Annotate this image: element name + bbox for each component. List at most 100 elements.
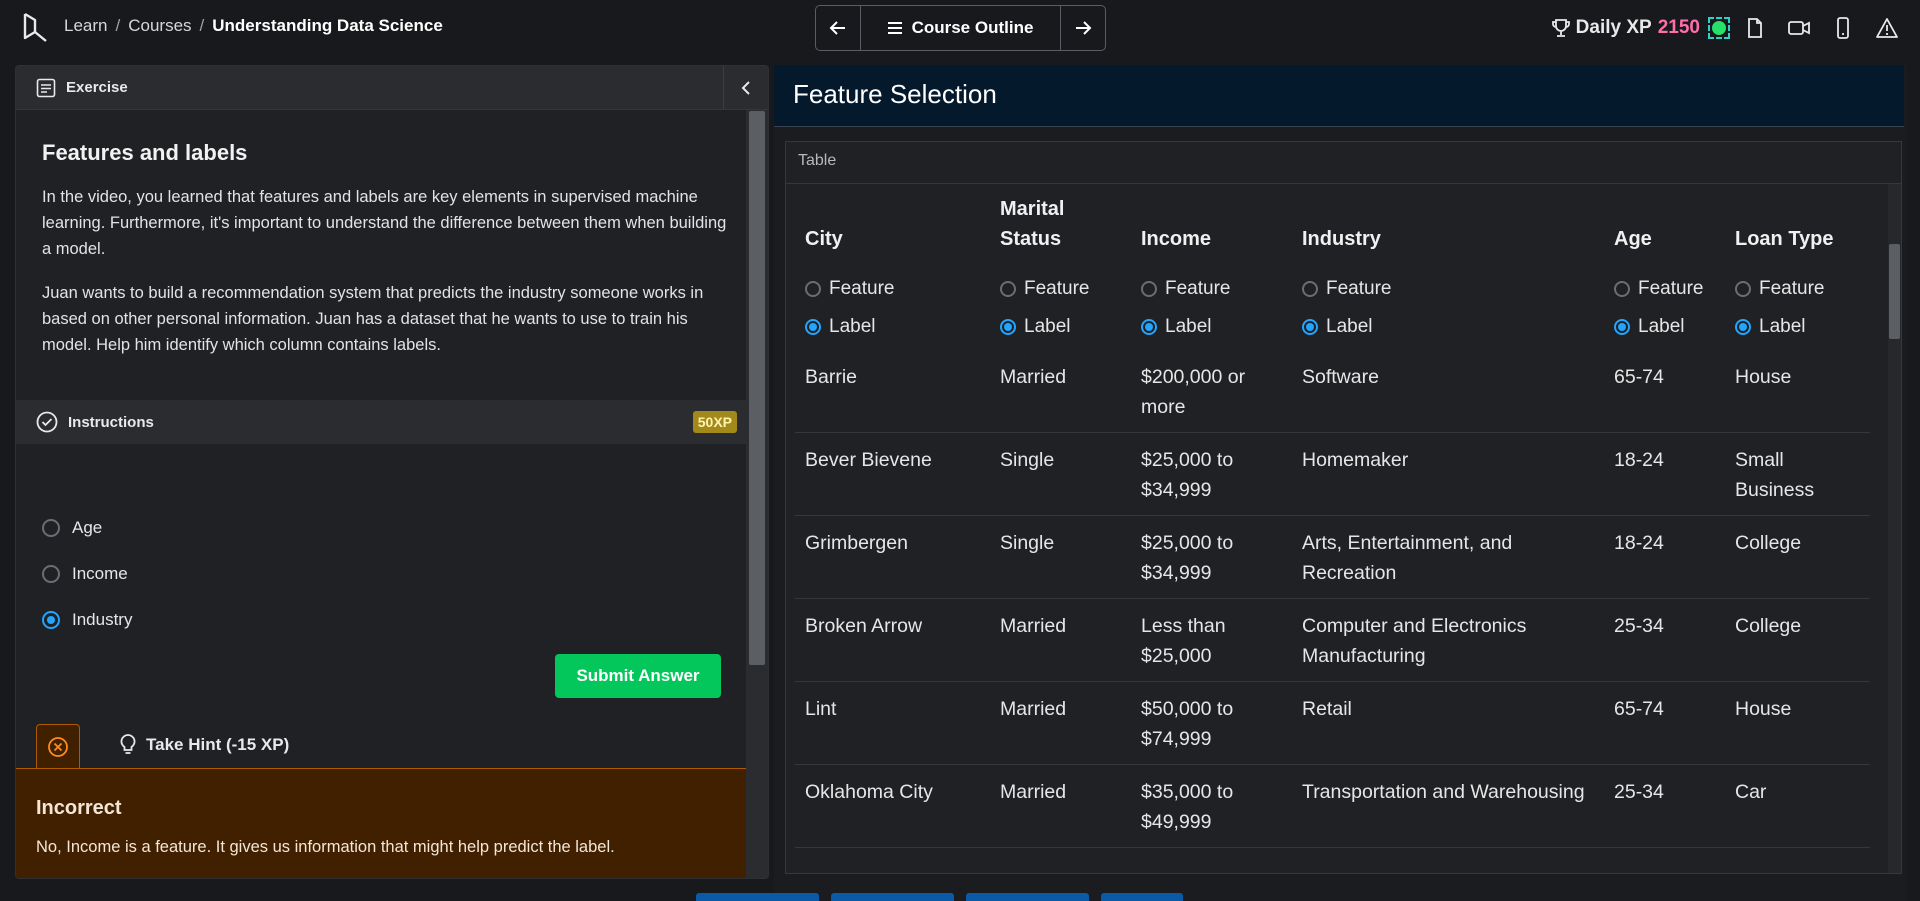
column-header-loan-type: Loan Type (1735, 228, 1834, 250)
radio-icon[interactable] (42, 519, 60, 537)
table-cell: 65-74 (1604, 350, 1725, 433)
feature-radio-option[interactable]: Feature (1000, 270, 1121, 308)
answer-option-industry[interactable]: Industry (42, 610, 132, 630)
label-radio-option[interactable]: Label (805, 308, 980, 346)
bottom-tab[interactable] (696, 893, 819, 901)
label-radio-option[interactable]: Label (1735, 308, 1860, 346)
table-cell: Less than $25,000 (1131, 598, 1292, 682)
exercise-paragraph: In the video, you learned that features … (42, 188, 727, 258)
table-caption: Table (798, 152, 837, 169)
warning-icon[interactable] (1876, 17, 1898, 39)
take-hint-label: Take Hint (-15 XP) (146, 735, 290, 754)
bottom-tab[interactable] (1101, 893, 1183, 901)
table-cell: $25,000 to $34,999 (1131, 515, 1292, 599)
table-cell: Broken Arrow (795, 598, 990, 682)
table-cell: Single (990, 432, 1131, 516)
video-icon[interactable] (1788, 17, 1810, 39)
feedback-tab[interactable] (36, 724, 80, 768)
table-row: Lint Married $50,000 to $74,999 Retail 6… (795, 681, 1870, 765)
submit-answer-button[interactable]: Submit Answer (555, 654, 721, 698)
table-row: Broken Arrow Married Less than $25,000 C… (795, 598, 1870, 682)
label-radio-label: Label (829, 316, 876, 337)
xp-badge: 50XP (692, 411, 737, 433)
radio-icon[interactable] (1302, 281, 1318, 297)
label-radio-label: Label (1759, 316, 1806, 337)
daily-xp-label: Daily XP (1575, 17, 1652, 38)
radio-icon[interactable] (1735, 281, 1751, 297)
feature-radio-option[interactable]: Feature (1614, 270, 1715, 308)
column-header-income: Income (1141, 228, 1212, 250)
label-radio-option[interactable]: Label (1614, 308, 1715, 346)
previous-button[interactable] (816, 6, 860, 50)
radio-selected-icon[interactable] (1614, 319, 1630, 335)
table-cell: Married (990, 598, 1131, 682)
table-cell: Small Business (1725, 432, 1870, 516)
exercise-scrollbar-thumb[interactable] (749, 111, 765, 665)
label-radio-option[interactable]: Label (1000, 308, 1121, 346)
table-cell: Grimbergen (795, 515, 990, 599)
answer-option-label: Industry (72, 610, 133, 629)
label-radio-option[interactable]: Label (1141, 308, 1282, 346)
table-cell: $25,000 to $34,999 (1131, 432, 1292, 516)
table-scrollbar-thumb[interactable] (1889, 244, 1900, 339)
breadcrumb-course-title[interactable]: Understanding Data Science (212, 16, 443, 35)
feature-radio-option[interactable]: Feature (1735, 270, 1860, 308)
document-icon[interactable] (1744, 17, 1766, 39)
radio-icon[interactable] (1614, 281, 1630, 297)
feedback-tabs: Take Hint (-15 XP) (16, 724, 746, 769)
table-cell: 25-34 (1604, 764, 1725, 848)
feature-selection-title: Feature Selection (793, 79, 997, 109)
status-indicator-icon[interactable] (1708, 17, 1730, 39)
feature-radio-option[interactable]: Feature (1302, 270, 1594, 308)
table-cell: $50,000 to $74,999 (1131, 681, 1292, 765)
table-cell: House (1725, 681, 1870, 765)
radio-selected-icon[interactable] (1000, 319, 1016, 335)
bottom-tab[interactable] (966, 893, 1089, 901)
answer-option-income[interactable]: Income (42, 564, 128, 584)
feature-radio-label: Feature (1759, 278, 1825, 299)
table-cell: Arts, Entertainment, and Recreation (1292, 515, 1604, 599)
radio-icon[interactable] (805, 281, 821, 297)
datacamp-logo-icon[interactable] (22, 12, 48, 44)
table-cell: College (1725, 515, 1870, 599)
table-cell: Married (990, 681, 1131, 765)
table-cell: Transportation and Warehousing (1292, 764, 1604, 848)
radio-icon[interactable] (42, 565, 60, 583)
label-radio-label: Label (1326, 316, 1373, 337)
radio-icon[interactable] (1141, 281, 1157, 297)
take-hint-button[interactable]: Take Hint (-15 XP) (120, 734, 289, 756)
table-cell: $35,000 to $49,999 (1131, 764, 1292, 848)
arrow-left-icon (829, 21, 845, 35)
table-cell: Computer and Electronics Manufacturing (1292, 598, 1604, 682)
feature-selection-header: Feature Selection (774, 65, 1904, 127)
feature-radio-option[interactable]: Feature (1141, 270, 1282, 308)
radio-icon[interactable] (1000, 281, 1016, 297)
breadcrumb-courses[interactable]: Courses (128, 16, 191, 35)
radio-selected-icon[interactable] (1302, 319, 1318, 335)
mobile-icon[interactable] (1832, 17, 1854, 39)
selector-cell: Feature Label (1604, 264, 1725, 350)
arrow-right-icon (1076, 21, 1092, 35)
radio-selected-icon[interactable] (42, 611, 60, 629)
table-cell: Single (990, 515, 1131, 599)
table-cell: 18-24 (1604, 515, 1725, 599)
table-cell: Bever Bievene (795, 432, 990, 516)
collapse-panel-button[interactable] (723, 66, 768, 109)
check-circle-icon (36, 411, 58, 433)
feature-radio-option[interactable]: Feature (805, 270, 980, 308)
course-outline-button[interactable]: Course Outline (860, 6, 1061, 50)
label-radio-option[interactable]: Label (1302, 308, 1594, 346)
daily-xp[interactable]: Daily XP 2150 (1551, 17, 1700, 39)
breadcrumb-learn[interactable]: Learn (64, 16, 107, 35)
answer-option-age[interactable]: Age (42, 518, 102, 538)
next-button[interactable] (1061, 6, 1105, 50)
table-cell: $200,000 or more (1131, 350, 1292, 433)
table-cell: Married (990, 764, 1131, 848)
feature-radio-label: Feature (1326, 278, 1392, 299)
radio-selected-icon[interactable] (1735, 319, 1751, 335)
radio-selected-icon[interactable] (1141, 319, 1157, 335)
table-row: Barrie Married $200,000 or more Software… (795, 350, 1870, 433)
column-header-marital-status: Marital Status (1000, 198, 1065, 250)
bottom-tab[interactable] (831, 893, 954, 901)
radio-selected-icon[interactable] (805, 319, 821, 335)
